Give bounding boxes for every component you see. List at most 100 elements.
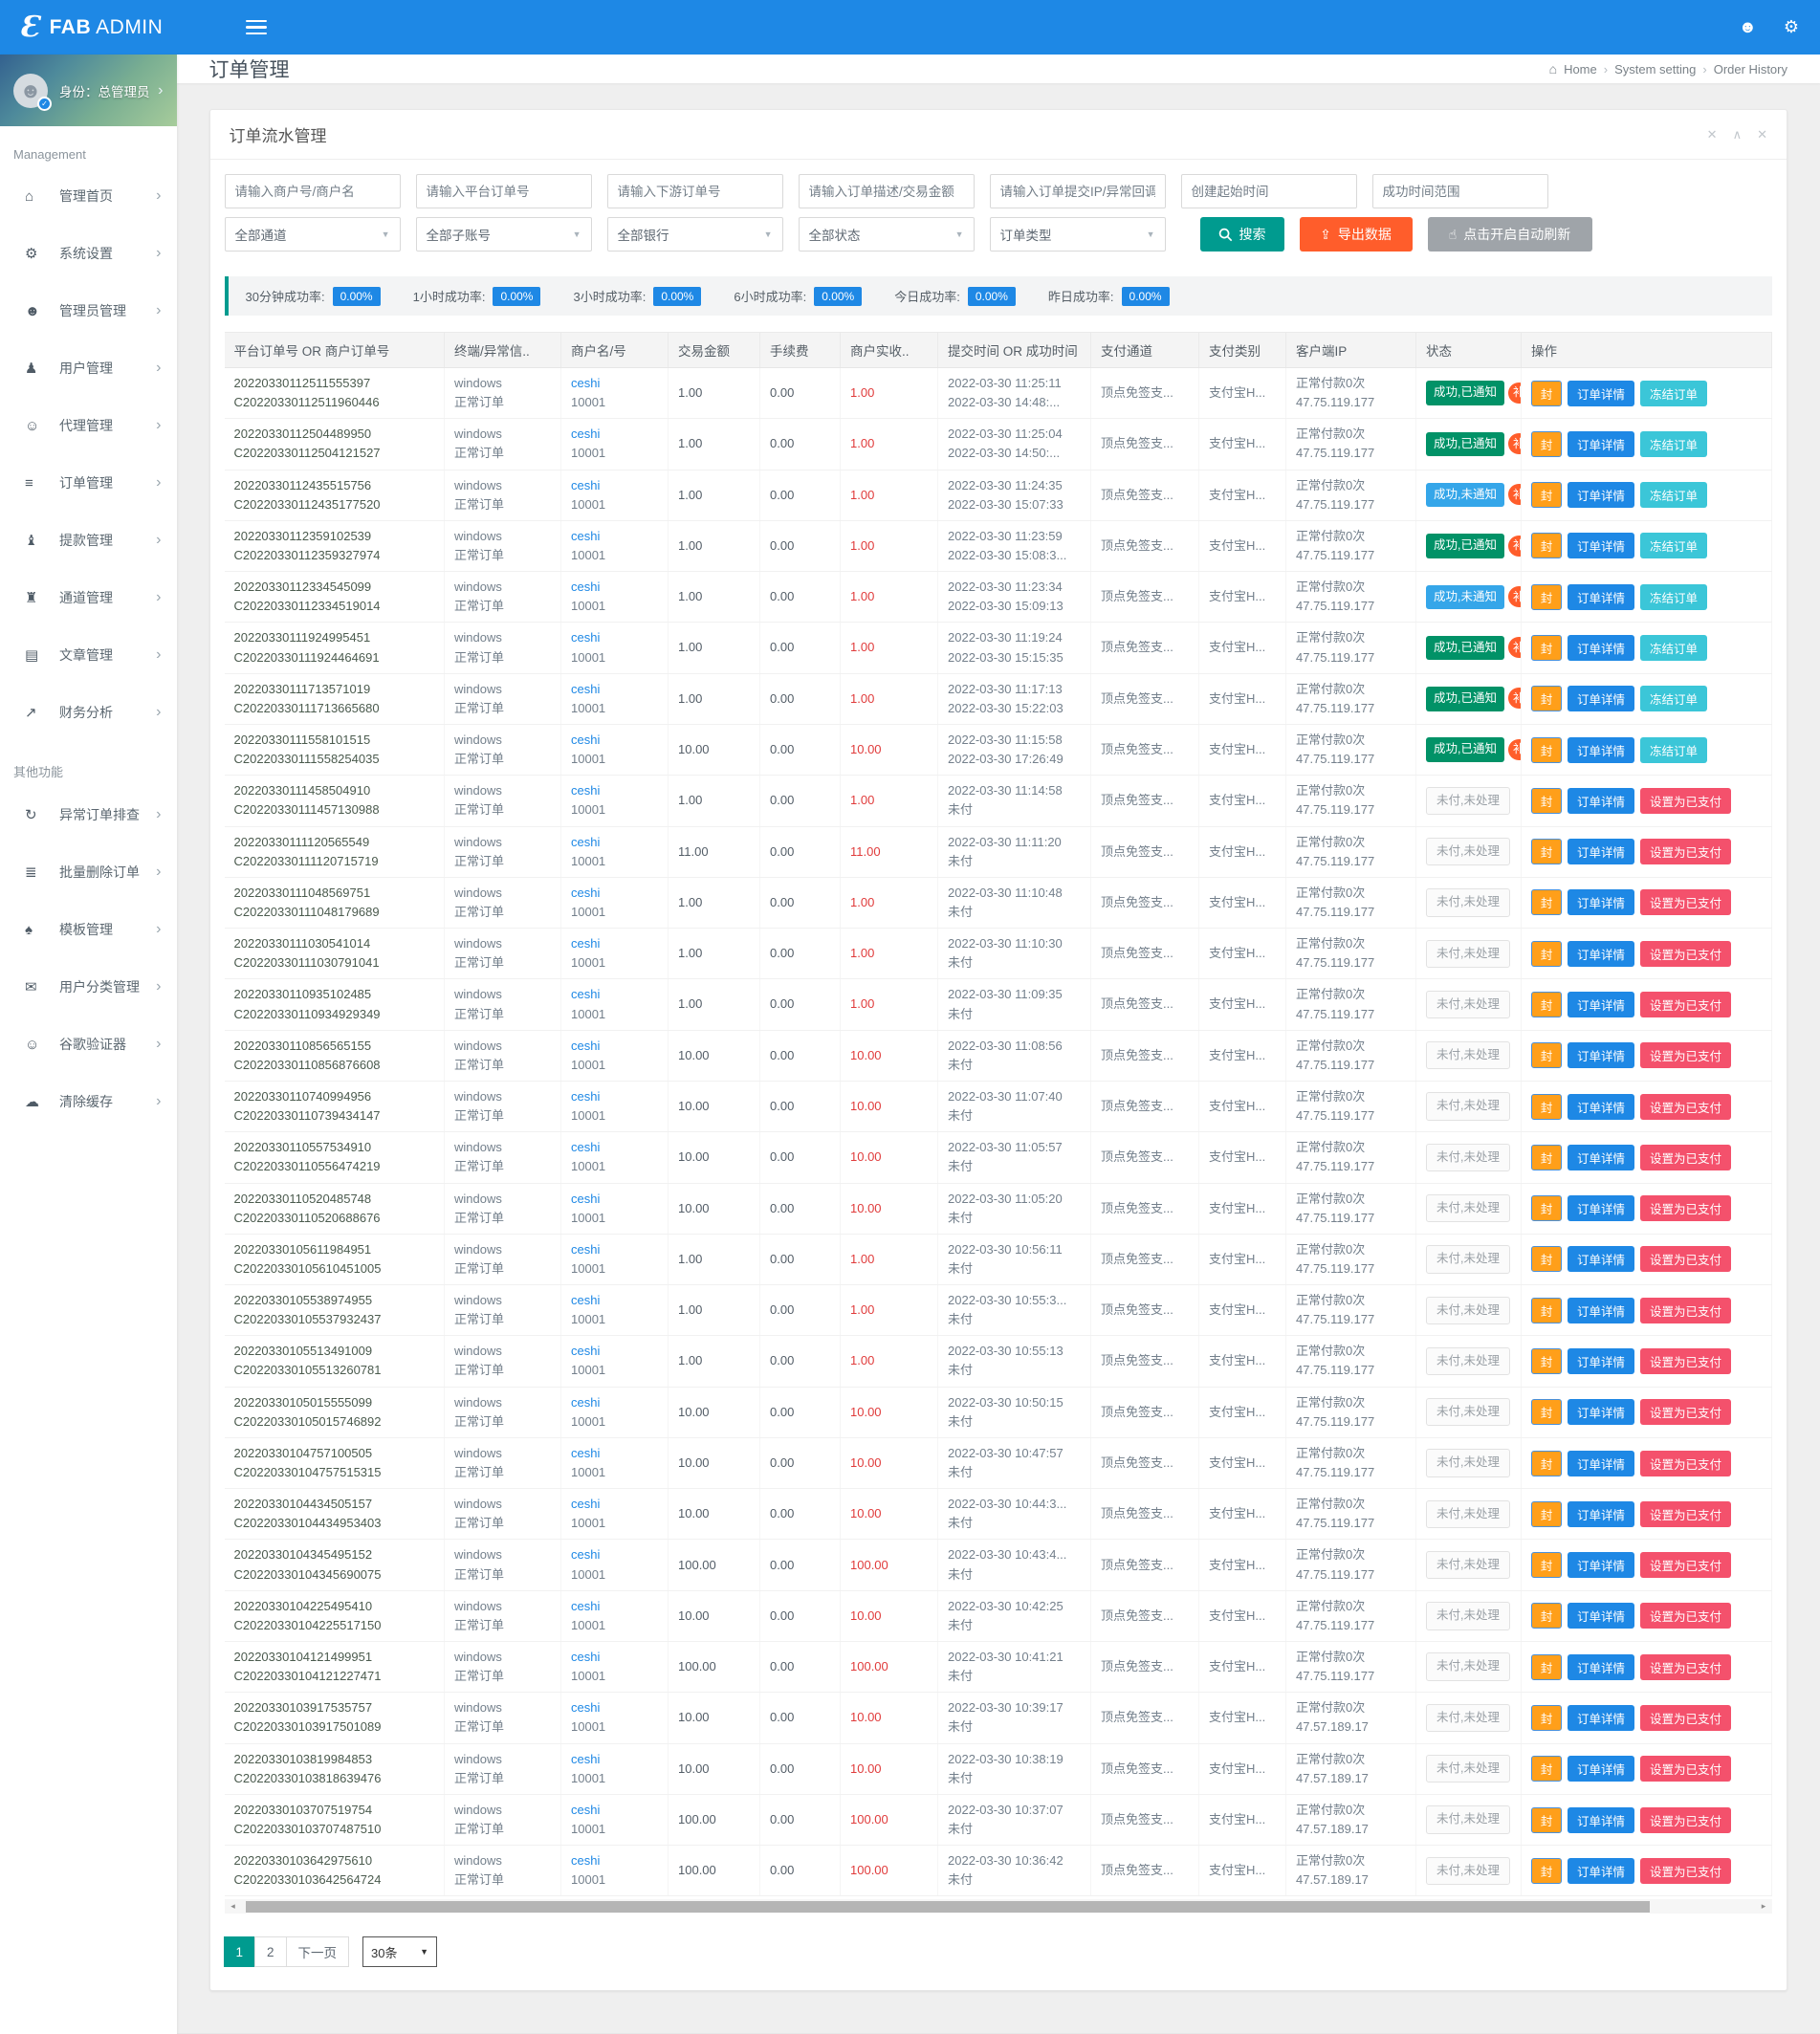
seal-button[interactable]: 封 <box>1531 1145 1562 1170</box>
set-paid-button[interactable]: 设置为已支付 <box>1640 1501 1731 1527</box>
sidebar-toggle-button[interactable] <box>246 16 267 39</box>
merchant-name-link[interactable]: ceshi <box>571 1648 658 1667</box>
merchant-name-link[interactable]: ceshi <box>571 425 658 444</box>
set-paid-button[interactable]: 设置为已支付 <box>1640 1552 1731 1578</box>
freeze-order-button[interactable]: 冻结订单 <box>1640 533 1707 558</box>
sidebar-item-agent-management[interactable]: ☺代理管理› <box>0 397 177 454</box>
patch-notify-button[interactable]: 补 <box>1508 383 1522 404</box>
merchant-name-link[interactable]: ceshi <box>571 374 658 393</box>
merchant-name-link[interactable]: ceshi <box>571 1495 658 1514</box>
sidebar-item-user-management[interactable]: ♟用户管理› <box>0 339 177 397</box>
set-paid-button[interactable]: 设置为已支付 <box>1640 1042 1731 1068</box>
sidebar-item-system-settings[interactable]: ⚙系统设置› <box>0 225 177 282</box>
merchant-name-link[interactable]: ceshi <box>571 1190 658 1209</box>
order-detail-button[interactable]: 订单详情 <box>1568 839 1634 864</box>
order-type-select[interactable]: 订单类型▼ <box>990 217 1166 252</box>
submit-ip-input[interactable] <box>990 174 1166 208</box>
merchant-name-link[interactable]: ceshi <box>571 527 658 546</box>
patch-notify-button[interactable]: 补 <box>1508 484 1522 505</box>
seal-button[interactable]: 封 <box>1531 1705 1562 1731</box>
sidebar-item-template-management[interactable]: ♠模板管理› <box>0 901 177 958</box>
merchant-name-link[interactable]: ceshi <box>571 1240 658 1259</box>
seal-button[interactable]: 封 <box>1531 1451 1562 1476</box>
merchant-name-link[interactable]: ceshi <box>571 833 658 852</box>
order-detail-button[interactable]: 订单详情 <box>1568 1654 1634 1680</box>
set-paid-button[interactable]: 设置为已支付 <box>1640 1603 1731 1629</box>
seal-button[interactable]: 封 <box>1531 1246 1562 1272</box>
merchant-name-link[interactable]: ceshi <box>571 1801 658 1820</box>
merchant-name-link[interactable]: ceshi <box>571 1037 658 1056</box>
sub-account-select[interactable]: 全部子账号▼ <box>416 217 592 252</box>
merchant-name-link[interactable]: ceshi <box>571 1342 658 1361</box>
seal-button[interactable]: 封 <box>1531 584 1562 610</box>
patch-notify-button[interactable]: 补 <box>1508 739 1522 760</box>
gear-icon[interactable]: ⚙ <box>1784 17 1799 37</box>
set-paid-button[interactable]: 设置为已支付 <box>1640 1145 1731 1170</box>
order-detail-button[interactable]: 订单详情 <box>1568 1042 1634 1068</box>
bank-select[interactable]: 全部银行▼ <box>607 217 783 252</box>
merchant-name-link[interactable]: ceshi <box>571 1291 658 1310</box>
channel-select[interactable]: 全部通道▼ <box>225 217 401 252</box>
seal-button[interactable]: 封 <box>1531 839 1562 864</box>
set-paid-button[interactable]: 设置为已支付 <box>1640 1298 1731 1323</box>
merchant-name-link[interactable]: ceshi <box>571 1851 658 1870</box>
page-size-select[interactable]: 30条▼ <box>362 1936 437 1967</box>
auto-refresh-toggle-button[interactable]: ☝ 点击开启自动刷新 <box>1428 217 1592 252</box>
freeze-order-button[interactable]: 冻结订单 <box>1640 686 1707 711</box>
patch-notify-button[interactable]: 补 <box>1508 688 1522 709</box>
sidebar-item-withdraw-management[interactable]: ♝提款管理› <box>0 512 177 569</box>
merchant-name-link[interactable]: ceshi <box>571 1545 658 1564</box>
export-data-button[interactable]: ⇪ 导出数据 <box>1300 217 1413 252</box>
merchant-name-link[interactable]: ceshi <box>571 781 658 800</box>
order-detail-button[interactable]: 订单详情 <box>1568 737 1634 763</box>
set-paid-button[interactable]: 设置为已支付 <box>1640 1348 1731 1374</box>
set-paid-button[interactable]: 设置为已支付 <box>1640 839 1731 864</box>
merchant-name-link[interactable]: ceshi <box>571 731 658 750</box>
sidebar-item-clear-cache[interactable]: ☁清除缓存› <box>0 1073 177 1130</box>
seal-button[interactable]: 封 <box>1531 381 1562 406</box>
merchant-name-link[interactable]: ceshi <box>571 1393 658 1412</box>
merchant-name-link[interactable]: ceshi <box>571 1750 658 1769</box>
seal-button[interactable]: 封 <box>1531 1298 1562 1323</box>
seal-button[interactable]: 封 <box>1531 1756 1562 1782</box>
sidebar-item-abnormal-order-check[interactable]: ↻异常订单排查› <box>0 786 177 843</box>
seal-button[interactable]: 封 <box>1531 1094 1562 1120</box>
seal-button[interactable]: 封 <box>1531 1654 1562 1680</box>
merchant-name-link[interactable]: ceshi <box>571 1698 658 1717</box>
order-detail-button[interactable]: 订单详情 <box>1568 1552 1634 1578</box>
order-detail-button[interactable]: 订单详情 <box>1568 1145 1634 1170</box>
set-paid-button[interactable]: 设置为已支付 <box>1640 1858 1731 1884</box>
set-paid-button[interactable]: 设置为已支付 <box>1640 1195 1731 1221</box>
order-detail-button[interactable]: 订单详情 <box>1568 1858 1634 1884</box>
sidebar-item-finance-analysis[interactable]: ↗财务分析› <box>0 684 177 741</box>
seal-button[interactable]: 封 <box>1531 686 1562 711</box>
sidebar-item-order-management[interactable]: ≡订单管理› <box>0 454 177 512</box>
order-detail-button[interactable]: 订单详情 <box>1568 381 1634 406</box>
order-detail-button[interactable]: 订单详情 <box>1568 635 1634 661</box>
sidebar-item-google-authenticator[interactable]: ☺谷歌验证器› <box>0 1016 177 1073</box>
sidebar-item-home[interactable]: ⌂管理首页› <box>0 167 177 225</box>
order-detail-button[interactable]: 订单详情 <box>1568 1348 1634 1374</box>
order-detail-button[interactable]: 订单详情 <box>1568 992 1634 1017</box>
breadcrumb-system-setting[interactable]: System setting <box>1614 62 1696 77</box>
breadcrumb-home[interactable]: Home <box>1564 62 1597 77</box>
set-paid-button[interactable]: 设置为已支付 <box>1640 788 1731 814</box>
seal-button[interactable]: 封 <box>1531 635 1562 661</box>
order-detail-button[interactable]: 订单详情 <box>1568 941 1634 967</box>
freeze-order-button[interactable]: 冻结订单 <box>1640 431 1707 457</box>
merchant-name-link[interactable]: ceshi <box>571 628 658 647</box>
order-detail-button[interactable]: 订单详情 <box>1568 431 1634 457</box>
order-detail-button[interactable]: 订单详情 <box>1568 1603 1634 1629</box>
seal-button[interactable]: 封 <box>1531 1348 1562 1374</box>
page-button-2[interactable]: 2 <box>254 1936 287 1967</box>
freeze-order-button[interactable]: 冻结订单 <box>1640 737 1707 763</box>
merchant-name-link[interactable]: ceshi <box>571 1138 658 1157</box>
order-detail-button[interactable]: 订单详情 <box>1568 584 1634 610</box>
order-detail-button[interactable]: 订单详情 <box>1568 1399 1634 1425</box>
seal-button[interactable]: 封 <box>1531 889 1562 915</box>
freeze-order-button[interactable]: 冻结订单 <box>1640 635 1707 661</box>
order-detail-button[interactable]: 订单详情 <box>1568 1298 1634 1323</box>
panel-collapse-icon[interactable]: ∧ <box>1733 127 1743 142</box>
seal-button[interactable]: 封 <box>1531 1807 1562 1833</box>
order-detail-button[interactable]: 订单详情 <box>1568 889 1634 915</box>
